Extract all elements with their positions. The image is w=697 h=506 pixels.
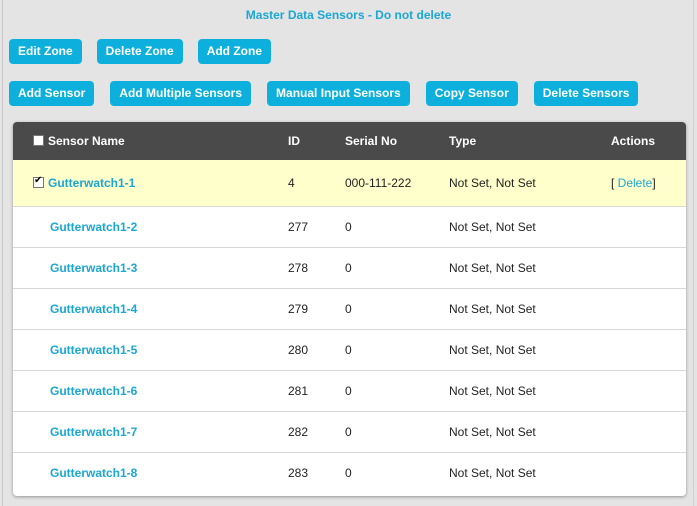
- sensor-actions: [589, 452, 686, 493]
- sensor-serial: 0: [345, 260, 352, 275]
- sensor-toolbar: Add Sensor Add Multiple Sensors Manual I…: [9, 81, 654, 106]
- sensor-type: Not Set, Not Set: [449, 260, 536, 275]
- sensor-name-link[interactable]: Gutterwatch1-7: [50, 425, 137, 439]
- sensor-actions: [589, 206, 686, 247]
- sensor-name-link[interactable]: Gutterwatch1-8: [50, 466, 137, 480]
- sensor-id: 4: [288, 175, 295, 190]
- sensor-name-link[interactable]: Gutterwatch1-6: [50, 384, 137, 398]
- table-row[interactable]: Gutterwatch1-5 280 0 Not Set, Not Set: [13, 329, 686, 370]
- sensor-name-link[interactable]: Gutterwatch1-5: [50, 343, 137, 357]
- sensor-type: Not Set, Not Set: [449, 219, 536, 234]
- sensor-name-cell: Gutterwatch1-8: [13, 452, 288, 493]
- table-header-row: Sensor Name ID Serial No Type Actions: [13, 122, 686, 160]
- sensor-name-cell: Gutterwatch1-5: [13, 329, 288, 370]
- sensor-type: Not Set, Not Set: [449, 342, 536, 357]
- copy-sensor-button[interactable]: Copy Sensor: [425, 81, 518, 106]
- right-border: [693, 0, 694, 506]
- sensor-id: 279: [288, 301, 309, 316]
- sensor-name-link[interactable]: Gutterwatch1-4: [50, 302, 137, 316]
- sensor-actions: [589, 247, 686, 288]
- sensor-serial: 0: [345, 219, 352, 234]
- sensor-name-cell: Gutterwatch1-2: [13, 206, 288, 247]
- sensor-name-cell: Gutterwatch1-1: [13, 160, 288, 206]
- table-row[interactable]: Gutterwatch1-4 279 0 Not Set, Not Set: [13, 288, 686, 329]
- table-row[interactable]: Gutterwatch1-7 282 0 Not Set, Not Set: [13, 411, 686, 452]
- column-label: Sensor Name: [48, 134, 125, 148]
- table-row[interactable]: Gutterwatch1-1 4 000-111-222 Not Set, No…: [13, 160, 686, 206]
- sensor-id: 283: [288, 465, 309, 480]
- column-header-type: Type: [449, 134, 477, 148]
- sensor-serial: 0: [345, 424, 352, 439]
- sensor-serial: 000-111-222: [345, 175, 412, 190]
- sensor-id: 278: [288, 260, 309, 275]
- sensor-type: Not Set, Not Set: [449, 301, 536, 316]
- delete-zone-button[interactable]: Delete Zone: [96, 39, 183, 64]
- sensor-id: 280: [288, 342, 309, 357]
- edit-zone-button[interactable]: Edit Zone: [9, 39, 82, 64]
- column-header-id: ID: [288, 134, 300, 148]
- table-row[interactable]: Gutterwatch1-3 278 0 Not Set, Not Set: [13, 247, 686, 288]
- add-sensor-button[interactable]: Add Sensor: [9, 81, 95, 106]
- sensor-actions: [589, 288, 686, 329]
- column-header-sensor-name: Sensor Name: [13, 122, 288, 160]
- sensor-actions: [589, 411, 686, 452]
- sensor-actions: [589, 370, 686, 411]
- row-checkbox[interactable]: [33, 175, 44, 188]
- sensor-id: 282: [288, 424, 309, 439]
- delete-sensor-link[interactable]: Delete: [618, 176, 653, 190]
- sensor-type: Not Set, Not Set: [449, 175, 536, 190]
- sensors-table: Sensor Name ID Serial No Type Actions Gu…: [13, 122, 686, 496]
- sensor-id: 281: [288, 383, 309, 398]
- sensor-serial: 0: [345, 383, 352, 398]
- sensor-type: Not Set, Not Set: [449, 424, 536, 439]
- bracket-open: [: [611, 175, 618, 190]
- zone-toolbar: Edit Zone Delete Zone Add Zone: [9, 39, 286, 64]
- select-all-checkbox[interactable]: [33, 135, 44, 146]
- sensor-serial: 0: [345, 342, 352, 357]
- sensor-type: Not Set, Not Set: [449, 465, 536, 480]
- column-header-serial-no: Serial No: [345, 134, 398, 148]
- table-row[interactable]: Gutterwatch1-6 281 0 Not Set, Not Set: [13, 370, 686, 411]
- table-row[interactable]: Gutterwatch1-2 277 0 Not Set, Not Set: [13, 206, 686, 247]
- sensor-id: 277: [288, 219, 309, 234]
- bracket-close: ]: [652, 175, 656, 190]
- sensor-actions: [589, 329, 686, 370]
- sensor-name-cell: Gutterwatch1-6: [13, 370, 288, 411]
- sensor-name-cell: Gutterwatch1-3: [13, 247, 288, 288]
- sensor-name-cell: Gutterwatch1-7: [13, 411, 288, 452]
- sensor-name-link[interactable]: Gutterwatch1-2: [50, 220, 137, 234]
- sensor-name-link[interactable]: Gutterwatch1-3: [50, 261, 137, 275]
- sensor-name-cell: Gutterwatch1-4: [13, 288, 288, 329]
- sensor-type: Not Set, Not Set: [449, 383, 536, 398]
- table-row[interactable]: Gutterwatch1-8 283 0 Not Set, Not Set: [13, 452, 686, 493]
- sensor-serial: 0: [345, 301, 352, 316]
- add-multiple-sensors-button[interactable]: Add Multiple Sensors: [110, 81, 252, 106]
- sensor-serial: 0: [345, 465, 352, 480]
- left-border: [2, 0, 3, 506]
- sensor-name-link[interactable]: Gutterwatch1-1: [48, 176, 135, 190]
- delete-sensors-button[interactable]: Delete Sensors: [533, 81, 639, 106]
- add-zone-button[interactable]: Add Zone: [197, 39, 272, 64]
- manual-input-sensors-button[interactable]: Manual Input Sensors: [267, 81, 410, 106]
- sensor-actions: [ Delete]: [589, 160, 686, 206]
- page-title: Master Data Sensors - Do not delete: [245, 8, 452, 22]
- column-header-actions: Actions: [611, 134, 656, 148]
